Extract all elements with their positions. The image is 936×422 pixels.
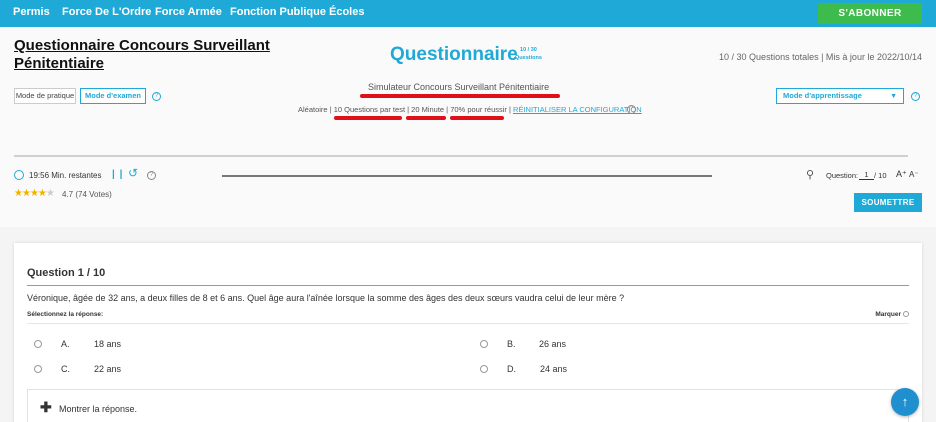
question-total: / 10 xyxy=(874,171,887,180)
mark-label: Marquer xyxy=(875,311,901,318)
nav-item-fonction-publique[interactable]: Fonction Publique xyxy=(230,6,326,18)
help-icon[interactable]: ? xyxy=(147,171,156,180)
arrow-up-icon: ↑ xyxy=(901,394,909,409)
reset-config-link[interactable]: RÉINITIALISER LA CONFIGURATION xyxy=(513,105,642,114)
radio-icon[interactable] xyxy=(34,340,42,348)
help-icon[interactable]: ? xyxy=(627,105,636,114)
rating-score: 4.7 xyxy=(62,190,74,199)
radio-icon[interactable] xyxy=(903,311,909,317)
help-icon[interactable]: ? xyxy=(911,92,920,101)
config-pass-rate[interactable]: 70% pour réussir xyxy=(450,105,507,114)
progress-bar xyxy=(222,175,712,177)
pause-icon[interactable]: | | xyxy=(112,169,123,180)
question-label: Question: xyxy=(826,171,859,180)
star-icon[interactable]: ★ xyxy=(22,188,31,199)
select-answer-label: Sélectionnez la réponse: xyxy=(27,311,104,318)
option-letter: A. xyxy=(61,339,70,349)
star-icon[interactable]: ★ xyxy=(30,188,39,199)
option-letter: C. xyxy=(61,364,70,374)
radio-icon[interactable] xyxy=(480,365,488,373)
mode-practice-button[interactable]: Mode de pratique xyxy=(14,88,76,104)
star-rating[interactable]: ★★★★★ xyxy=(14,188,55,199)
subscribe-button[interactable]: S'ABONNER xyxy=(818,3,922,24)
option-letter: B. xyxy=(507,339,516,349)
show-answer-label: Montrer la réponse. xyxy=(59,404,138,414)
nav-item-force-ordre[interactable]: Force De L'Ordre xyxy=(62,6,151,18)
learning-mode-select[interactable]: Mode d'apprentissage ▼ xyxy=(776,88,904,104)
option-value: 18 ans xyxy=(94,339,122,349)
nav-item-ecoles[interactable]: Écoles xyxy=(329,6,364,18)
show-answer-toggle[interactable]: ✚ Montrer la réponse. xyxy=(27,389,909,422)
quiz-question-count: 10 / 30 Questions xyxy=(515,46,542,62)
simulator-title: Simulateur Concours Surveillant Pénitent… xyxy=(368,82,550,92)
mode-exam-button[interactable]: Mode d'examen xyxy=(80,88,146,104)
font-increase-button[interactable]: A⁺ xyxy=(896,169,907,180)
nav-item-permis[interactable]: Permis xyxy=(13,6,50,18)
timer-remaining: 19:56 Min. restantes xyxy=(29,171,102,180)
option-value: 26 ans xyxy=(539,339,567,349)
rating-summary: 4.7 (74 Votes) xyxy=(62,190,112,199)
rating-votes: (74 Votes) xyxy=(75,190,112,199)
mark-question-toggle[interactable]: Marquer xyxy=(875,311,909,318)
submit-button[interactable]: SOUMETTRE xyxy=(854,193,922,212)
test-configuration: Aléatoire | 10 Questions par test | 20 M… xyxy=(298,105,642,114)
nav-item-force-armee[interactable]: Force Armée xyxy=(155,6,222,18)
option-letter: D. xyxy=(507,364,516,374)
quiz-title: Questionnaire xyxy=(390,44,518,65)
question-text: Véronique, âgée de 32 ans, a deux filles… xyxy=(27,293,625,303)
quiz-meta: 10 / 30 Questions totales | Mis à jour l… xyxy=(719,52,922,62)
highlight-mark xyxy=(406,116,446,120)
chevron-down-icon: ▼ xyxy=(890,93,897,100)
option-value: 22 ans xyxy=(94,364,122,374)
quiz-header: Questionnaire Concours Surveillant Pénit… xyxy=(0,27,936,227)
radio-icon[interactable] xyxy=(480,340,488,348)
star-empty-icon[interactable]: ★ xyxy=(46,188,55,199)
question-heading-rule xyxy=(27,285,909,286)
highlight-mark xyxy=(360,94,560,98)
header-divider xyxy=(14,155,908,157)
quiz-count-number: 10 / 30 xyxy=(520,47,537,53)
page-title[interactable]: Questionnaire Concours Surveillant Pénit… xyxy=(14,37,284,73)
question-number-input[interactable] xyxy=(859,169,874,180)
options-divider xyxy=(27,323,909,324)
highlight-mark xyxy=(450,116,504,120)
learning-mode-value: Mode d'apprentissage xyxy=(783,91,862,100)
question-heading: Question 1 / 10 xyxy=(27,267,106,279)
plus-icon: ✚ xyxy=(40,399,52,415)
question-card: Question 1 / 10 Véronique, âgée de 32 an… xyxy=(14,243,922,422)
star-half-icon[interactable]: ★ xyxy=(38,188,47,199)
search-icon[interactable]: ⚲ xyxy=(806,168,814,181)
clock-icon xyxy=(14,170,24,180)
option-value: 24 ans xyxy=(540,364,568,374)
highlight-mark xyxy=(334,116,402,120)
font-decrease-button[interactable]: A⁻ xyxy=(909,170,919,179)
config-questions[interactable]: 10 Questions par test xyxy=(334,105,405,114)
star-icon[interactable]: ★ xyxy=(14,188,23,199)
top-navigation: Permis Force De L'Ordre Force Armée Fonc… xyxy=(0,0,936,27)
restart-icon[interactable]: ↺ xyxy=(128,166,138,180)
config-minutes[interactable]: 20 Minute xyxy=(411,105,444,114)
config-random[interactable]: Aléatoire xyxy=(298,105,328,114)
radio-icon[interactable] xyxy=(34,365,42,373)
help-icon[interactable]: ? xyxy=(152,92,161,101)
quiz-count-unit: Questions xyxy=(515,55,542,61)
scroll-top-button[interactable]: ↑ xyxy=(891,388,919,416)
